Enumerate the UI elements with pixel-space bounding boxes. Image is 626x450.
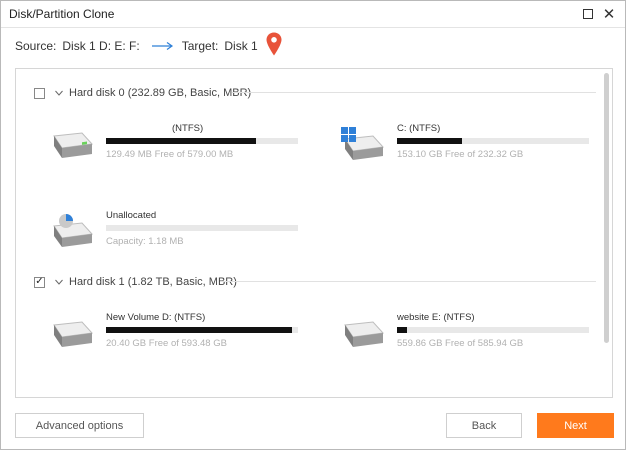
disk-label-0: Hard disk 0 (232.89 GB, Basic, MBR) xyxy=(69,87,252,99)
drive-icon xyxy=(53,132,94,158)
windows-drive-icon xyxy=(341,127,385,160)
target-label: Target: xyxy=(181,39,219,53)
partition-free-space: 129.49 MB Free of 579.00 MB xyxy=(106,149,234,160)
unallocated-drive-icon xyxy=(53,214,94,247)
partition-free-space: 20.40 GB Free of 593.48 GB xyxy=(106,338,227,349)
usage-bar-fill xyxy=(397,327,407,333)
chevron-down-icon[interactable] xyxy=(55,279,63,285)
scrollbar[interactable] xyxy=(604,73,609,395)
next-button[interactable]: Next xyxy=(537,413,614,438)
source-value: Disk 1 D: E: F: xyxy=(62,39,140,53)
partition-item[interactable]: Unallocated Capacity: 1.18 MB xyxy=(48,210,298,250)
disk-checkbox-1[interactable]: ✓ xyxy=(34,276,45,288)
clone-dialog: Disk/Partition Clone ✕ Source: Disk 1 D:… xyxy=(0,0,626,450)
partition-name: New Volume D: (NTFS) xyxy=(106,312,206,323)
drive-icon xyxy=(53,321,94,347)
partition-name: Unallocated xyxy=(106,210,157,221)
partition-name: C: (NTFS) xyxy=(397,123,441,134)
disk-list-panel[interactable]: Hard disk 0 (232.89 GB, Basic, MBR) (NTF… xyxy=(15,68,613,398)
partition-free-space: Capacity: 1.18 MB xyxy=(106,236,184,247)
usage-bar xyxy=(106,138,298,144)
window-title: Disk/Partition Clone xyxy=(9,7,115,21)
partition-item[interactable]: C: (NTFS) 153.10 GB Free of 232.32 GB xyxy=(339,123,589,163)
usage-bar xyxy=(397,138,589,144)
drive-icon xyxy=(344,321,385,347)
partition-item[interactable]: New Volume D: (NTFS) 20.40 GB Free of 59… xyxy=(48,312,298,352)
partition-free-space: 153.10 GB Free of 232.32 GB xyxy=(397,149,524,160)
arrow-right-icon xyxy=(151,42,173,50)
clone-route: Source: Disk 1 D: E: F: Target: Disk 1 xyxy=(15,32,282,56)
advanced-options-button[interactable]: Advanced options xyxy=(15,413,144,438)
usage-bar xyxy=(106,327,298,333)
divider xyxy=(220,281,596,282)
partition-item[interactable]: (NTFS) 129.49 MB Free of 579.00 MB xyxy=(48,123,298,163)
usage-bar xyxy=(397,327,589,333)
location-pin-icon xyxy=(266,32,282,56)
maximize-button[interactable] xyxy=(578,5,598,23)
square-icon xyxy=(583,9,593,19)
target-value: Disk 1 xyxy=(224,39,258,53)
usage-bar-fill xyxy=(106,327,293,333)
partition-name: (NTFS) xyxy=(172,123,204,134)
scrollbar-thumb[interactable] xyxy=(604,73,609,343)
partition-item[interactable]: website E: (NTFS) 559.86 GB Free of 585.… xyxy=(339,312,589,352)
disk-checkbox-0[interactable] xyxy=(34,87,45,99)
partition-name: website E: (NTFS) xyxy=(397,312,475,323)
chevron-down-icon[interactable] xyxy=(55,90,63,96)
partition-free-space: 559.86 GB Free of 585.94 GB xyxy=(397,338,524,349)
source-label: Source: xyxy=(15,39,57,53)
disk-label-1: Hard disk 1 (1.82 TB, Basic, MBR) xyxy=(69,276,237,288)
usage-bar-fill xyxy=(106,138,256,144)
divider xyxy=(232,92,596,93)
usage-bar-fill xyxy=(397,138,463,144)
close-button[interactable]: ✕ xyxy=(599,5,619,23)
disk-header-1[interactable]: ✓ Hard disk 1 (1.82 TB, Basic, MBR) xyxy=(34,274,237,290)
back-button[interactable]: Back xyxy=(446,413,522,438)
disk-header-0[interactable]: Hard disk 0 (232.89 GB, Basic, MBR) xyxy=(34,85,251,101)
usage-bar xyxy=(106,225,298,231)
close-icon: ✕ xyxy=(602,5,616,23)
title-bar: Disk/Partition Clone ✕ xyxy=(1,1,625,28)
